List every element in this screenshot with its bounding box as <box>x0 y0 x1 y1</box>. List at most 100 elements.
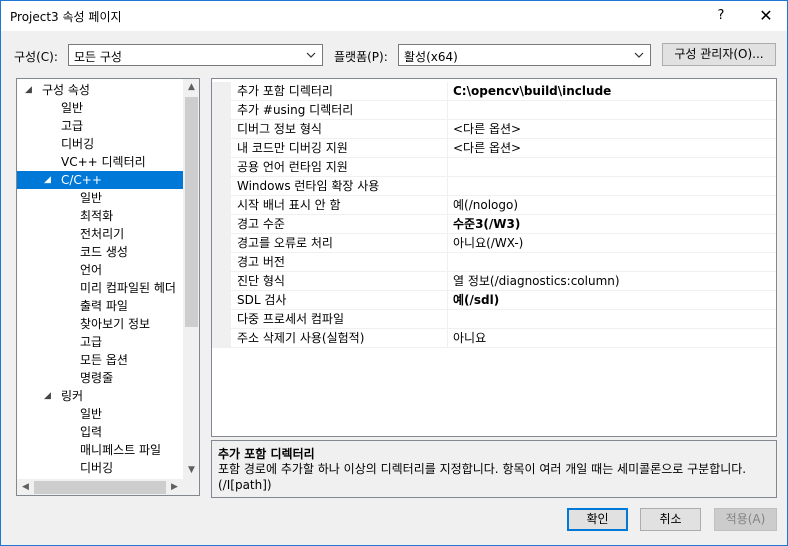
scroll-down-icon[interactable]: ▼ <box>183 465 199 475</box>
tree-hscroll-thumb[interactable] <box>34 481 166 494</box>
tree-item-label: 전처리기 <box>80 227 125 241</box>
property-value[interactable]: 예(/sdl) <box>448 291 776 310</box>
tree-item[interactable]: 매니페스트 파일 <box>17 441 183 459</box>
row-gutter <box>212 291 231 310</box>
platform-select[interactable]: 활성(x64) <box>398 44 651 66</box>
expanded-arrow-icon[interactable]: ◢ <box>44 387 51 405</box>
property-name: 공용 언어 런타임 지원 <box>231 158 448 177</box>
tree-item[interactable]: 언어 <box>17 261 183 279</box>
tree-item[interactable]: 일반 <box>17 99 183 117</box>
property-value[interactable]: C:\opencv\build\include <box>448 82 776 101</box>
tree-item[interactable]: 최적화 <box>17 207 183 225</box>
property-row[interactable]: Windows 런타임 확장 사용 <box>212 177 776 196</box>
property-row[interactable]: 주소 삭제기 사용(실험적) 아니요 <box>212 329 776 348</box>
row-gutter <box>212 329 231 348</box>
config-manager-button[interactable]: 구성 관리자(O)... <box>662 43 776 66</box>
tree-item[interactable]: ◢ 링커 <box>17 387 183 405</box>
property-value[interactable]: 열 정보(/diagnostics:column) <box>448 272 776 291</box>
tree-item[interactable]: 고급 <box>17 117 183 135</box>
tree-item[interactable]: 입력 <box>17 423 183 441</box>
scroll-left-icon[interactable]: ◀ <box>17 482 34 492</box>
property-row[interactable]: 경고 수준 수준3(/W3) <box>212 215 776 234</box>
property-row[interactable]: 시작 배너 표시 안 함 예(/nologo) <box>212 196 776 215</box>
tree-scroll-thumb[interactable] <box>185 97 198 327</box>
property-row[interactable]: 추가 포함 디렉터리 C:\opencv\build\include <box>212 82 776 101</box>
expanded-arrow-icon[interactable]: ◢ <box>44 171 51 189</box>
row-gutter <box>212 101 231 120</box>
expanded-arrow-icon[interactable]: ◢ <box>25 81 32 99</box>
tree-item[interactable]: ◢ 구성 속성 <box>17 81 183 99</box>
tree-item[interactable]: 미리 컴파일된 헤더 <box>17 279 183 297</box>
property-name: 다중 프로세서 컴파일 <box>231 310 448 329</box>
apply-button[interactable]: 적용(A) <box>714 508 777 531</box>
property-row[interactable]: 공용 언어 런타임 지원 <box>212 158 776 177</box>
tree-item[interactable]: 디버깅 <box>17 459 183 477</box>
property-name: 추가 포함 디렉터리 <box>231 82 448 101</box>
tree-item[interactable]: 찾아보기 정보 <box>17 315 183 333</box>
tree-item[interactable]: 일반 <box>17 405 183 423</box>
property-value[interactable]: 아니요(/WX-) <box>448 234 776 253</box>
chevron-down-icon <box>634 52 644 58</box>
tree-horizontal-scrollbar[interactable]: ◀ ▶ <box>17 479 183 495</box>
tree-item[interactable]: 고급 <box>17 333 183 351</box>
description-title: 추가 포함 디렉터리 <box>218 447 315 461</box>
tree-item-label: 출력 파일 <box>80 299 128 313</box>
tree-item[interactable]: VC++ 디렉터리 <box>17 153 183 171</box>
tree-item[interactable]: 전처리기 <box>17 225 183 243</box>
property-value[interactable]: <다른 옵션> <box>448 139 776 158</box>
property-row[interactable]: 다중 프로세서 컴파일 <box>212 310 776 329</box>
row-gutter <box>212 234 231 253</box>
description-panel: 추가 포함 디렉터리 포함 경로에 추가할 하나 이상의 디렉터리를 지정합니다… <box>211 440 777 498</box>
row-gutter <box>212 196 231 215</box>
config-label: 구성(C): <box>14 50 58 64</box>
tree-item-label: 디버깅 <box>61 137 95 151</box>
platform-select-value: 활성(x64) <box>404 50 458 64</box>
tree-item[interactable]: 코드 생성 <box>17 243 183 261</box>
property-row[interactable]: 진단 형식 열 정보(/diagnostics:column) <box>212 272 776 291</box>
property-name: 경고를 오류로 처리 <box>231 234 448 253</box>
property-name: Windows 런타임 확장 사용 <box>231 177 448 196</box>
tree-item-label: 고급 <box>80 335 103 349</box>
property-value[interactable] <box>448 310 776 329</box>
scroll-right-icon[interactable]: ▶ <box>166 482 183 492</box>
tree-item[interactable]: ◢ C/C++ <box>17 171 183 189</box>
tree-item[interactable]: 모든 옵션 <box>17 351 183 369</box>
property-value[interactable]: 아니요 <box>448 329 776 348</box>
ok-button[interactable]: 확인 <box>567 508 628 531</box>
config-select[interactable]: 모든 구성 <box>68 44 323 66</box>
cancel-button[interactable]: 취소 <box>640 508 701 531</box>
property-row[interactable]: 경고 버전 <box>212 253 776 272</box>
property-value[interactable] <box>448 101 776 120</box>
tree-item[interactable]: 일반 <box>17 189 183 207</box>
tree-item[interactable]: 출력 파일 <box>17 297 183 315</box>
property-value[interactable] <box>448 158 776 177</box>
property-row[interactable]: 내 코드만 디버깅 지원 <다른 옵션> <box>212 139 776 158</box>
property-name: 경고 버전 <box>231 253 448 272</box>
row-gutter <box>212 158 231 177</box>
tree-vertical-scrollbar[interactable]: ▲ ▼ <box>183 79 199 479</box>
tree-item[interactable]: 명령줄 <box>17 369 183 387</box>
property-row[interactable]: 추가 #using 디렉터리 <box>212 101 776 120</box>
property-value[interactable]: 예(/nologo) <box>448 196 776 215</box>
help-icon[interactable]: ? <box>707 5 735 27</box>
property-row[interactable]: 디버그 정보 형식 <다른 옵션> <box>212 120 776 139</box>
row-gutter <box>212 215 231 234</box>
row-gutter <box>212 253 231 272</box>
tree-item-label: 일반 <box>80 191 103 205</box>
close-icon[interactable]: ✕ <box>752 5 780 27</box>
property-value[interactable] <box>448 253 776 272</box>
row-gutter <box>212 272 231 291</box>
property-row[interactable]: SDL 검사 예(/sdl) <box>212 291 776 310</box>
description-text: 포함 경로에 추가할 하나 이상의 디렉터리를 지정합니다. 항목이 여러 개일… <box>218 462 747 492</box>
property-grid[interactable]: 추가 포함 디렉터리 C:\opencv\build\include 추가 #usi… <box>211 78 777 437</box>
tree-item-label: 일반 <box>80 407 103 421</box>
property-row[interactable]: 경고를 오류로 처리 아니요(/WX-) <box>212 234 776 253</box>
property-value[interactable]: 수준3(/W3) <box>448 215 776 234</box>
tree-item[interactable]: 디버깅 <box>17 135 183 153</box>
scroll-up-icon[interactable]: ▲ <box>183 82 199 92</box>
category-tree[interactable]: ◢ 구성 속성 일반 고급 디버깅 VC++ 디렉터리 ◢ C/C++ 일반 최적화 전처리기 코드 … <box>16 78 200 496</box>
title-bar: Project3 속성 페이지 ? ✕ <box>1 1 787 31</box>
row-gutter <box>212 310 231 329</box>
property-value[interactable]: <다른 옵션> <box>448 120 776 139</box>
property-value[interactable] <box>448 177 776 196</box>
